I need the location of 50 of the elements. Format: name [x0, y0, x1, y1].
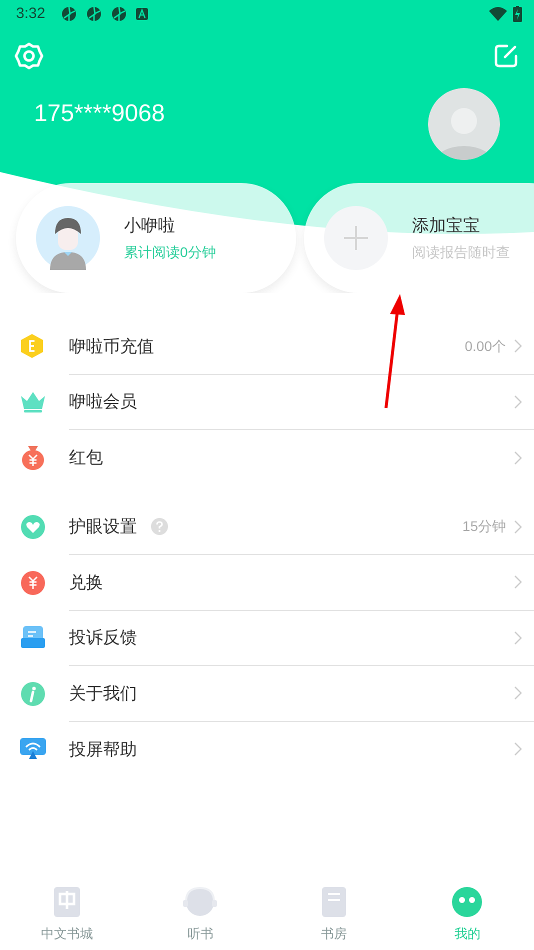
- menu-label: 红包: [69, 447, 103, 469]
- chevron-right-icon: [514, 742, 522, 756]
- menu-item[interactable]: 咿啦会员: [0, 374, 534, 430]
- chevron-right-icon: [514, 630, 522, 645]
- menu-item[interactable]: 关于我们: [0, 666, 534, 722]
- menu-label: 咿啦币充值: [69, 336, 154, 358]
- money-bag-icon: [19, 444, 47, 472]
- menu-item[interactable]: 投屏帮助: [0, 722, 534, 777]
- menu-label: 护眼设置: [69, 516, 137, 538]
- tab-label: 中文书城: [40, 925, 93, 944]
- phone-number: 175****9068: [34, 99, 165, 129]
- menu-value: 0.00个: [464, 336, 506, 356]
- settings-icon[interactable]: [14, 41, 44, 71]
- chevron-right-icon: [514, 575, 522, 590]
- info-icon: [19, 680, 47, 708]
- menu-item[interactable]: 兑换: [0, 555, 534, 610]
- menu-value: 15分钟: [462, 517, 506, 536]
- menu-item[interactable]: 咿啦币充值 0.00个: [0, 319, 534, 374]
- edit-icon[interactable]: [494, 44, 518, 68]
- reading-time: 累计阅读0分钟: [124, 243, 216, 262]
- menu-label: 关于我们: [69, 682, 137, 704]
- child-name: 小咿啦: [124, 214, 176, 237]
- plus-icon: [324, 206, 388, 270]
- tab-label: 我的: [454, 925, 480, 944]
- chevron-right-icon: [514, 686, 522, 700]
- child-profile-card[interactable]: 小咿啦 累计阅读0分钟: [16, 183, 296, 293]
- menu-item[interactable]: 投诉反馈: [0, 610, 534, 666]
- menu-item[interactable]: 护眼设置 15分钟: [0, 500, 534, 555]
- menu-label: 兑换: [69, 572, 103, 594]
- tab-label: 听书: [187, 925, 214, 944]
- notification-icon: [61, 6, 78, 22]
- battery-charging-icon: [513, 6, 522, 22]
- menu-item[interactable]: 红包: [0, 430, 534, 486]
- chevron-right-icon: [514, 339, 522, 354]
- chevron-right-icon: [514, 450, 522, 465]
- yen-coin-icon: [19, 568, 47, 597]
- add-child-title: 添加宝宝: [412, 214, 481, 237]
- tab-label: 书房: [320, 925, 347, 944]
- chevron-right-icon: [514, 394, 522, 409]
- keyboard-icon: [136, 8, 148, 20]
- menu-label: 投诉反馈: [69, 627, 137, 649]
- child-avatar-icon: [36, 206, 100, 270]
- status-time: 3:32: [16, 4, 46, 24]
- avatar-icon[interactable]: [428, 88, 500, 160]
- menu-label: 咿啦会员: [69, 391, 137, 413]
- notification-icon: [111, 6, 128, 22]
- wifi-icon: [489, 7, 507, 21]
- chevron-right-icon: [514, 520, 522, 534]
- menu-label: 投屏帮助: [69, 738, 137, 760]
- notification-icon: [86, 6, 102, 22]
